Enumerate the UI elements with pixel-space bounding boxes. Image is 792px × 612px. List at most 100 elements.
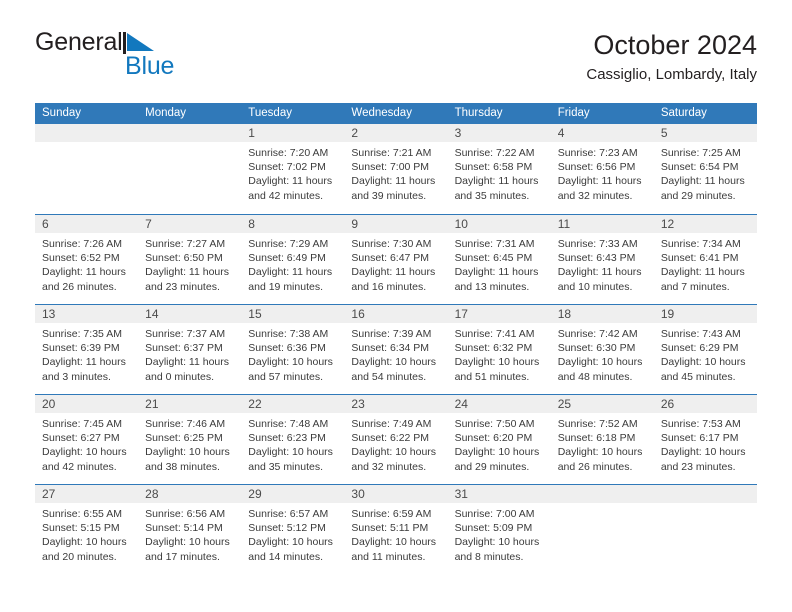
day-cell[interactable]: 26 Sunrise: 7:53 AM Sunset: 6:17 PM Dayligh… — [653, 395, 757, 484]
day-cell[interactable]: 10 Sunrise: 7:31 AM Sunset: 6:45 PM Dayligh… — [447, 215, 551, 304]
day-number: 28 — [145, 487, 159, 501]
day-cell[interactable]: 8 Sunrise: 7:29 AM Sunset: 6:49 PM Daylight… — [241, 215, 345, 304]
day-number: 26 — [660, 397, 675, 411]
day-cell[interactable]: 31 Sunrise: 7:00 AM Sunset: 5:09 PM Dayligh… — [447, 485, 551, 574]
day-cell[interactable]: 23 Sunrise: 7:49 AM Sunset: 6:22 PM Dayligh… — [344, 395, 448, 484]
day-cell[interactable]: 1 Sunrise: 7:20 AM Sunset: 7:02 PM Daylight… — [241, 124, 345, 214]
day-cell[interactable]: 16 Sunrise: 7:39 AM Sunset: 6:34 PM Dayligh… — [344, 305, 448, 394]
day-details: Sunrise: 7:30 AM Sunset: 6:47 PM Daylight:… — [344, 233, 447, 294]
day-number-band: 11 — [550, 215, 654, 233]
day-details: Sunrise: 7:27 AM Sunset: 6:50 PM Daylight:… — [138, 233, 241, 294]
sunrise-time: Sunrise: 7:52 AM — [557, 418, 638, 430]
sunrise-time: Sunrise: 7:48 AM — [248, 418, 329, 430]
day-cell[interactable]: 27 Sunrise: 6:55 AM Sunset: 5:15 PM Dayligh… — [35, 485, 139, 574]
day-cell[interactable]: 14 Sunrise: 7:37 AM Sunset: 6:37 PM Dayligh… — [138, 305, 242, 394]
daylight-duration-line2: and 32 minutes. — [557, 189, 633, 202]
day-number: 15 — [248, 307, 262, 321]
daylight-duration-line2: and 54 minutes. — [351, 370, 427, 383]
day-number: 11 — [557, 217, 571, 231]
sunrise-time: Sunrise: 7:49 AM — [351, 418, 432, 430]
daylight-duration-line2: and 51 minutes. — [454, 370, 530, 383]
daylight-duration-line1: Daylight: 10 hours — [145, 536, 230, 549]
day-details: Sunrise: 6:55 AM Sunset: 5:15 PM Daylight:… — [35, 503, 138, 564]
day-number-band: 30 — [344, 485, 448, 503]
day-cell[interactable]: 9 Sunrise: 7:30 AM Sunset: 6:47 PM Daylight… — [344, 215, 448, 304]
sunset-time: Sunset: 6:20 PM — [454, 432, 533, 445]
day-details: Sunrise: 6:57 AM Sunset: 5:12 PM Daylight:… — [241, 503, 344, 564]
day-number: 27 — [42, 487, 56, 501]
day-cell[interactable]: 29 Sunrise: 6:57 AM Sunset: 5:12 PM Dayligh… — [241, 485, 345, 574]
day-number: 9 — [351, 217, 359, 231]
daylight-duration-line1: Daylight: 11 hours — [145, 356, 229, 369]
sunrise-time: Sunrise: 7:23 AM — [557, 147, 638, 159]
day-details: Sunrise: 6:56 AM Sunset: 5:14 PM Daylight:… — [138, 503, 241, 564]
day-number-band: 3 — [447, 124, 551, 142]
day-number: 6 — [42, 217, 49, 231]
day-cell[interactable]: 28 Sunrise: 6:56 AM Sunset: 5:14 PM Dayligh… — [138, 485, 242, 574]
day-number-band: 5 — [653, 124, 757, 142]
day-cell[interactable]: 12 Sunrise: 7:34 AM Sunset: 6:41 PM Dayligh… — [653, 215, 757, 304]
day-number-band: 25 — [550, 395, 654, 413]
daylight-duration-line1: Daylight: 10 hours — [351, 446, 437, 459]
day-number-band: 10 — [447, 215, 551, 233]
daylight-duration-line1: Daylight: 10 hours — [557, 356, 643, 369]
day-cell[interactable]: 5 Sunrise: 7:25 AM Sunset: 6:54 PM Daylight… — [653, 124, 757, 214]
daylight-duration-line2: and 29 minutes. — [454, 460, 530, 473]
sunset-time: Sunset: 6:49 PM — [248, 252, 326, 265]
sunset-time: Sunset: 6:23 PM — [248, 432, 326, 445]
calendar-body: 1 Sunrise: 7:20 AM Sunset: 7:02 PM Daylight… — [35, 124, 757, 574]
day-cell[interactable]: 7 Sunrise: 7:27 AM Sunset: 6:50 PM Daylight… — [138, 215, 242, 304]
sunset-time: Sunset: 6:56 PM — [557, 161, 636, 174]
daylight-duration-line2: and 14 minutes. — [248, 550, 323, 563]
day-number-band: 31 — [447, 485, 551, 503]
daylight-duration-line2: and 26 minutes. — [42, 280, 117, 293]
sunset-time: Sunset: 6:47 PM — [351, 252, 430, 265]
daylight-duration-line2: and 35 minutes. — [248, 460, 323, 473]
day-number-band: 29 — [241, 485, 345, 503]
day-cell[interactable]: 6 Sunrise: 7:26 AM Sunset: 6:52 PM Daylight… — [35, 215, 139, 304]
day-cell[interactable]: 15 Sunrise: 7:38 AM Sunset: 6:36 PM Dayligh… — [241, 305, 345, 394]
day-number: 17 — [454, 307, 468, 321]
day-cell[interactable]: 4 Sunrise: 7:23 AM Sunset: 6:56 PM Daylight… — [550, 124, 654, 214]
sunset-time: Sunset: 6:45 PM — [454, 252, 533, 265]
day-number-band: 4 — [550, 124, 654, 142]
day-cell[interactable]: 17 Sunrise: 7:41 AM Sunset: 6:32 PM Dayligh… — [447, 305, 551, 394]
day-cell-empty — [35, 124, 139, 214]
daylight-duration-line2: and 29 minutes. — [660, 189, 736, 202]
daylight-duration-line2: and 26 minutes. — [557, 460, 633, 473]
day-cell[interactable]: 18 Sunrise: 7:42 AM Sunset: 6:30 PM Dayligh… — [550, 305, 654, 394]
day-number-band: 6 — [35, 215, 139, 233]
day-cell[interactable]: 20 Sunrise: 7:45 AM Sunset: 6:27 PM Dayligh… — [35, 395, 139, 484]
daylight-duration-line2: and 42 minutes. — [248, 189, 323, 202]
day-cell[interactable]: 19 Sunrise: 7:43 AM Sunset: 6:29 PM Dayligh… — [653, 305, 757, 394]
day-number: 29 — [248, 487, 262, 501]
day-cell[interactable]: 22 Sunrise: 7:48 AM Sunset: 6:23 PM Dayligh… — [241, 395, 345, 484]
day-cell[interactable]: 21 Sunrise: 7:46 AM Sunset: 6:25 PM Dayligh… — [138, 395, 242, 484]
day-cell[interactable]: 2 Sunrise: 7:21 AM Sunset: 7:00 PM Daylight… — [344, 124, 448, 214]
day-cell[interactable]: 25 Sunrise: 7:52 AM Sunset: 6:18 PM Dayligh… — [550, 395, 654, 484]
day-details: Sunrise: 7:37 AM Sunset: 6:37 PM Daylight:… — [138, 323, 241, 384]
daylight-duration-line1: Daylight: 10 hours — [248, 356, 333, 369]
day-cell[interactable]: 13 Sunrise: 7:35 AM Sunset: 6:39 PM Dayligh… — [35, 305, 139, 394]
day-cell[interactable]: 24 Sunrise: 7:50 AM Sunset: 6:20 PM Dayligh… — [447, 395, 551, 484]
daylight-duration-line1: Daylight: 11 hours — [248, 266, 333, 279]
day-cell[interactable]: 11 Sunrise: 7:33 AM Sunset: 6:43 PM Dayligh… — [550, 215, 654, 304]
sunset-time: Sunset: 6:18 PM — [557, 432, 636, 445]
daylight-duration-line1: Daylight: 10 hours — [248, 536, 333, 549]
day-details: Sunrise: 7:41 AM Sunset: 6:32 PM Daylight:… — [448, 323, 551, 384]
daylight-duration-line1: Daylight: 10 hours — [454, 446, 540, 459]
sunrise-time: Sunrise: 7:00 AM — [454, 508, 535, 520]
day-number: 10 — [454, 217, 468, 231]
day-details: Sunrise: 7:49 AM Sunset: 6:22 PM Daylight:… — [344, 413, 447, 474]
daylight-duration-line2: and 11 minutes. — [351, 550, 426, 563]
day-number-band — [35, 124, 139, 142]
calendar-week-row: 6 Sunrise: 7:26 AM Sunset: 6:52 PM Daylight… — [35, 214, 757, 304]
sunset-time: Sunset: 6:29 PM — [660, 342, 739, 355]
daylight-duration-line2: and 23 minutes. — [145, 280, 220, 293]
daylight-duration-line1: Daylight: 11 hours — [248, 175, 333, 188]
sunrise-time: Sunrise: 7:37 AM — [145, 328, 226, 340]
sunset-time: Sunset: 6:32 PM — [454, 342, 533, 355]
day-cell[interactable]: 30 Sunrise: 6:59 AM Sunset: 5:11 PM Dayligh… — [344, 485, 448, 574]
sunrise-time: Sunrise: 7:31 AM — [454, 238, 535, 250]
day-cell[interactable]: 3 Sunrise: 7:22 AM Sunset: 6:58 PM Daylight… — [447, 124, 551, 214]
